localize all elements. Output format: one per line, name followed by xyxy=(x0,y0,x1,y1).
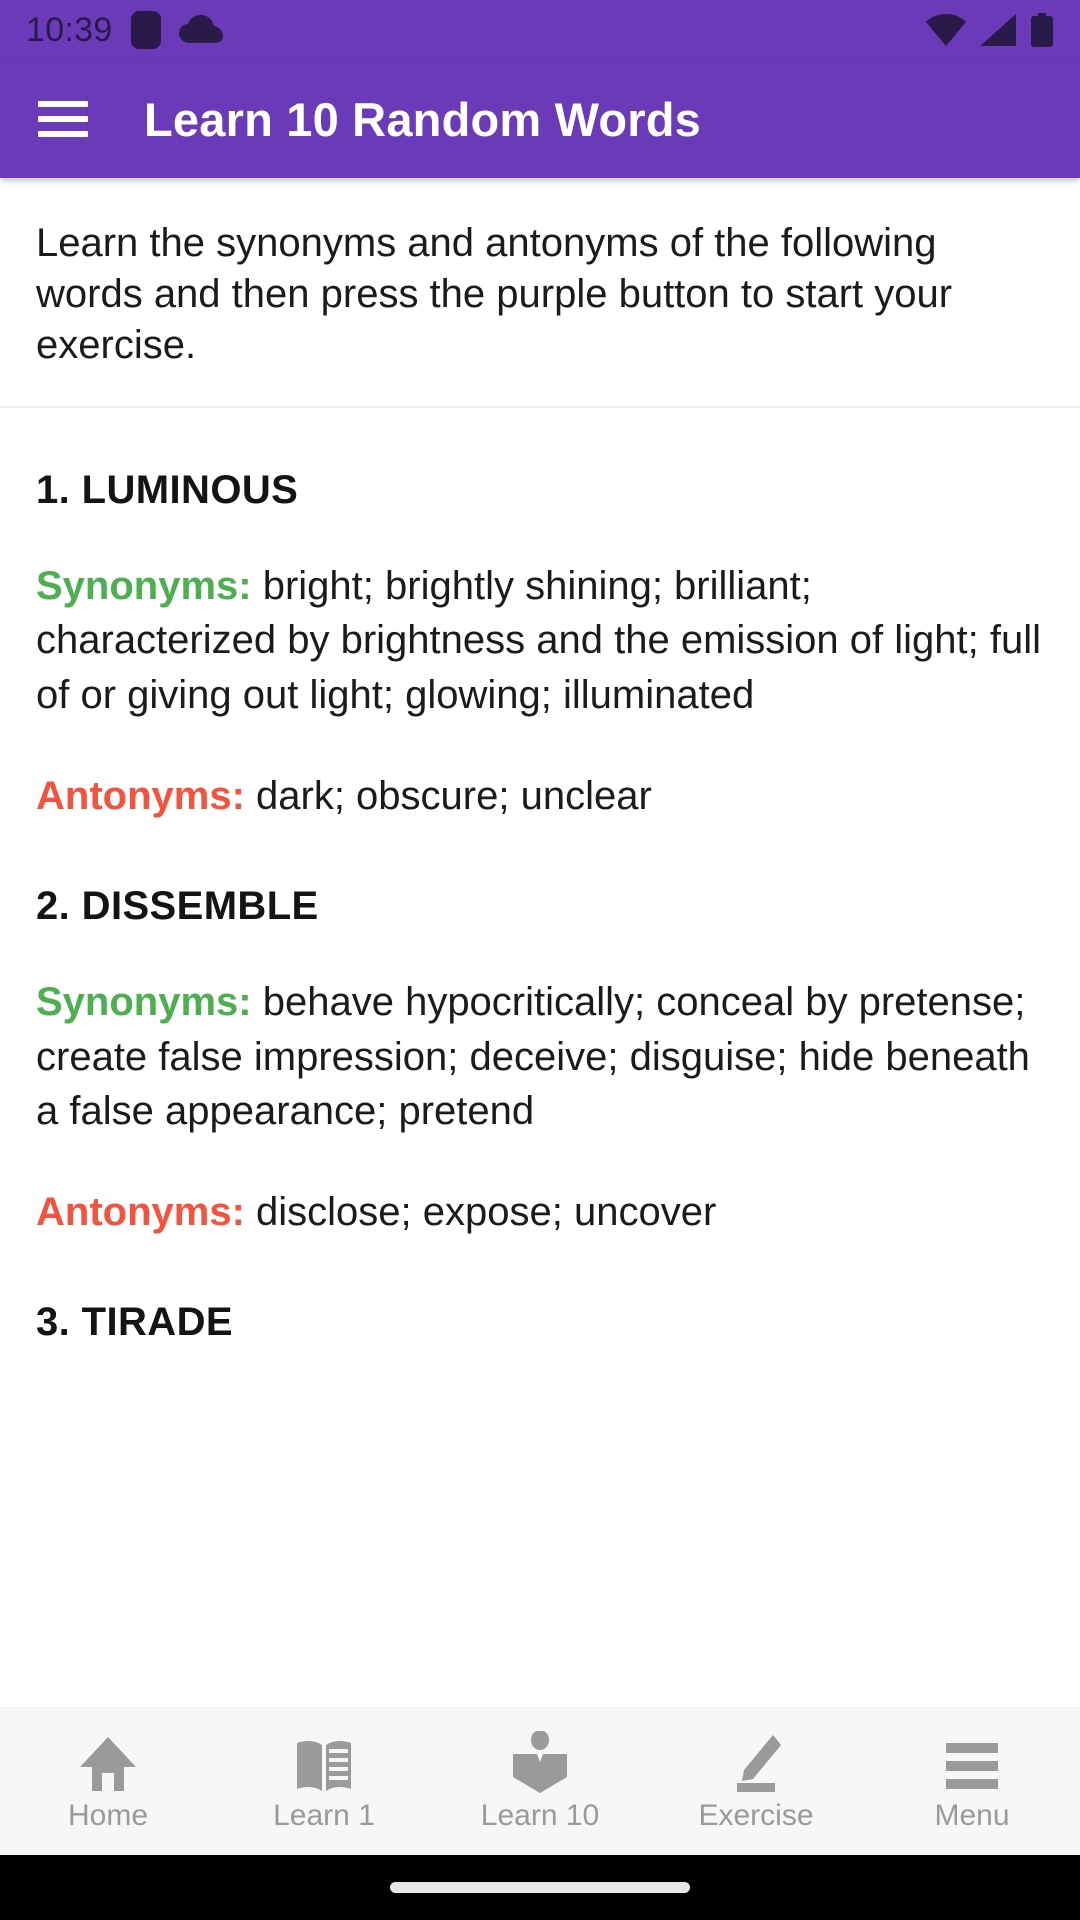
synonyms-line: Synonyms: behave hypocritically; conceal… xyxy=(36,975,1044,1139)
antonyms-line: Antonyms: disclose; expose; uncover xyxy=(36,1185,1044,1240)
page-title: Learn 10 Random Words xyxy=(144,92,702,146)
content-scroll-area[interactable]: Learn the synonyms and antonyms of the f… xyxy=(0,178,1080,1707)
nav-item-exercise[interactable]: Exercise xyxy=(648,1731,864,1833)
word-title: 2. DISSEMBLE xyxy=(36,883,319,928)
app-bar: Learn 10 Random Words xyxy=(0,60,1080,178)
status-bar-right xyxy=(926,13,1054,47)
hamburger-bar-3 xyxy=(38,131,88,137)
pencil-icon xyxy=(729,1731,783,1793)
person-reading-icon xyxy=(513,1730,567,1793)
bottom-navigation: Home Learn 1 Learn 10 Exercise Menu xyxy=(0,1707,1080,1855)
antonyms-label: Antonyms: xyxy=(36,773,245,818)
antonyms-label: Antonyms: xyxy=(36,1190,245,1235)
battery-icon xyxy=(1031,13,1053,47)
phone-screen: 10:39 Learn 10 Random Words Learn the sy… xyxy=(0,0,1080,1920)
hamburger-menu-icon xyxy=(944,1731,1000,1793)
synonyms-label: Synonyms: xyxy=(36,979,252,1024)
word-title: 1. LUMINOUS xyxy=(36,467,299,512)
status-bar-left: 10:39 xyxy=(26,11,223,50)
word-title: 3. TIRADE xyxy=(36,1299,233,1344)
home-icon xyxy=(78,1731,138,1793)
gesture-navigation-bar xyxy=(0,1855,1080,1920)
nav-item-learn-10[interactable]: Learn 10 xyxy=(432,1730,648,1833)
synonyms-label: Synonyms: xyxy=(36,563,252,608)
intro-text: Learn the synonyms and antonyms of the f… xyxy=(0,178,1080,408)
synonyms-line: Synonyms: bright; brightly shining; bril… xyxy=(36,559,1044,723)
nav-item-menu[interactable]: Menu xyxy=(864,1731,1080,1833)
status-time: 10:39 xyxy=(26,10,113,49)
status-bar: 10:39 xyxy=(0,0,1080,60)
hamburger-bar-1 xyxy=(38,101,88,107)
nav-label-home: Home xyxy=(67,1798,149,1832)
nav-label-exercise: Exercise xyxy=(698,1798,814,1832)
nav-label-learn-1: Learn 1 xyxy=(273,1798,375,1832)
hamburger-bar-2 xyxy=(38,116,88,122)
open-book-icon xyxy=(295,1731,353,1793)
nav-item-home[interactable]: Home xyxy=(0,1731,216,1833)
notification-square-icon xyxy=(130,11,161,49)
word-list: 1. LUMINOUS Synonyms: bright; brightly s… xyxy=(0,468,1080,1345)
home-indicator[interactable] xyxy=(390,1882,690,1893)
nav-item-learn-1[interactable]: Learn 1 xyxy=(216,1731,432,1833)
wifi-icon xyxy=(926,14,966,46)
cloud-icon xyxy=(178,15,223,43)
nav-label-menu: Menu xyxy=(934,1798,1010,1832)
antonyms-line: Antonyms: dark; obscure; unclear xyxy=(36,769,1044,824)
antonyms-value: disclose; expose; uncover xyxy=(244,1190,717,1235)
nav-label-learn-10: Learn 10 xyxy=(480,1798,600,1832)
hamburger-menu-icon[interactable] xyxy=(38,101,88,137)
antonyms-value: dark; obscure; unclear xyxy=(244,773,652,818)
signal-icon xyxy=(980,14,1016,46)
